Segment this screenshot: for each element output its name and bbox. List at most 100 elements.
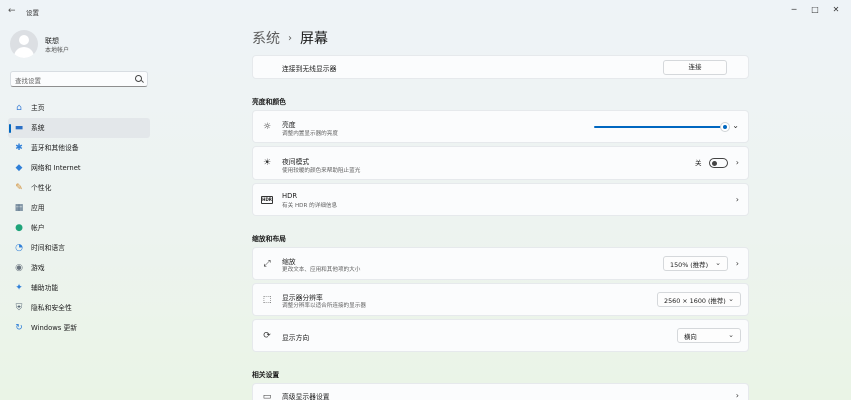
- sun-icon: ☼: [262, 122, 272, 132]
- page-title: 屏幕: [300, 31, 328, 47]
- orientation-value: 横向: [684, 333, 697, 341]
- night-light-card[interactable]: ☀ 夜间模式 使用较暖的颜色来帮助阻止蓝光 关 ›: [252, 146, 749, 180]
- sidebar-item-11[interactable]: ↻ Windows 更新: [8, 318, 150, 338]
- section-scale-layout: 缩放和布局: [252, 235, 286, 243]
- scale-dropdown[interactable]: 150% (推荐) ⌄: [663, 256, 728, 271]
- sidebar-item-label: 应用: [31, 204, 45, 212]
- sidebar-item-label: 网络和 Internet: [31, 164, 81, 172]
- breadcrumb-parent[interactable]: 系统: [252, 31, 280, 47]
- search-input[interactable]: 查找设置: [10, 71, 148, 87]
- orientation-title: 显示方向: [282, 334, 310, 342]
- search-placeholder: 查找设置: [15, 77, 41, 85]
- bluetooth-icon: ✱: [15, 143, 23, 153]
- monitor-icon: ▭: [262, 392, 272, 400]
- sidebar-item-6[interactable]: ● 帐户: [8, 218, 150, 238]
- scale-subtitle: 更改文本、应用和其他项的大小: [282, 267, 361, 273]
- resolution-icon: ⬚: [262, 295, 272, 305]
- person-icon: ●: [15, 223, 23, 233]
- section-related: 相关设置: [252, 371, 280, 379]
- update-icon: ↻: [15, 323, 23, 333]
- night-light-icon: ☀: [262, 158, 272, 168]
- close-icon[interactable]: ✕: [829, 4, 843, 16]
- chevron-right-icon[interactable]: ›: [736, 259, 739, 268]
- breadcrumb: 系统 › 屏幕: [252, 28, 328, 48]
- connect-button[interactable]: 连接: [663, 60, 727, 75]
- shield-icon: ⛨: [15, 303, 23, 313]
- sidebar-item-0[interactable]: ⌂ 主页: [8, 98, 150, 118]
- back-arrow-icon[interactable]: ←: [8, 5, 18, 17]
- sidebar-item-label: 帐户: [31, 224, 45, 232]
- sidebar-item-label: 隐私和安全性: [31, 304, 72, 312]
- resolution-dropdown[interactable]: 2560 × 1600 (推荐) ⌄: [657, 292, 741, 307]
- search-icon[interactable]: [135, 75, 142, 82]
- brightness-card[interactable]: ☼ 亮度 调整内置显示器的亮度 ⌄: [252, 110, 749, 143]
- sidebar-item-5[interactable]: ▦ 应用: [8, 198, 150, 218]
- sidebar-nav: ⌂ 主页 ▬ 系统 ✱ 蓝牙和其他设备 ◆ 网络和 Internet ✎ 个性化 ▦ 应用 ● 帐户 ◔ 时间…: [8, 98, 150, 338]
- minimize-icon[interactable]: ─: [787, 4, 801, 16]
- brightness-slider-track[interactable]: [594, 126, 724, 128]
- gamepad-icon: ◉: [15, 263, 23, 273]
- wifi-icon: ◆: [15, 163, 23, 173]
- chevron-right-icon[interactable]: ›: [736, 158, 739, 167]
- night-light-toggle[interactable]: [709, 158, 728, 168]
- orientation-card: ⟳ 显示方向 横向 ⌄: [252, 319, 749, 352]
- avatar: [10, 30, 38, 58]
- hdr-card[interactable]: HDR HDR 有关 HDR 的详细信息 ›: [252, 183, 749, 216]
- sidebar-item-10[interactable]: ⛨ 隐私和安全性: [8, 298, 150, 318]
- brightness-slider-thumb[interactable]: [721, 123, 729, 131]
- sidebar-item-7[interactable]: ◔ 时间和语言: [8, 238, 150, 258]
- sidebar-item-label: 游戏: [31, 264, 45, 272]
- chevron-down-icon: ⌄: [728, 331, 734, 339]
- scale-icon: ⤢: [263, 259, 271, 269]
- chevron-right-icon[interactable]: ›: [736, 195, 739, 204]
- sidebar-item-1[interactable]: ▬ 系统: [8, 118, 150, 138]
- night-light-subtitle: 使用较暖的颜色来帮助阻止蓝光: [282, 168, 361, 174]
- maximize-icon[interactable]: □: [808, 4, 822, 16]
- night-light-state: 关: [695, 159, 702, 167]
- wireless-display-card: 连接到无线显示器 连接: [252, 55, 749, 79]
- title-bar: ← 设置 ─ □ ✕: [0, 0, 851, 22]
- sidebar-item-2[interactable]: ✱ 蓝牙和其他设备: [8, 138, 150, 158]
- chevron-down-icon[interactable]: ⌄: [732, 121, 739, 130]
- accessibility-icon: ✦: [15, 283, 23, 293]
- brightness-title: 亮度: [282, 121, 296, 129]
- sidebar-item-label: 主页: [31, 104, 45, 112]
- sidebar-item-4[interactable]: ✎ 个性化: [8, 178, 150, 198]
- brush-icon: ✎: [15, 183, 23, 193]
- globe-clock-icon: ◔: [15, 243, 23, 253]
- hdr-info-link[interactable]: 有关 HDR 的详细信息: [282, 201, 337, 209]
- resolution-value: 2560 × 1600 (推荐): [664, 297, 726, 305]
- night-light-title: 夜间模式: [282, 158, 310, 166]
- sidebar-item-label: 时间和语言: [31, 244, 65, 252]
- sidebar-item-label: 系统: [31, 124, 45, 132]
- account-type: 本地帐户: [45, 47, 70, 54]
- sidebar-item-9[interactable]: ✦ 辅助功能: [8, 278, 150, 298]
- section-brightness-color: 亮度和颜色: [252, 98, 286, 106]
- brightness-subtitle: 调整内置显示器的亮度: [282, 131, 338, 137]
- scale-card[interactable]: ⤢ 缩放 更改文本、应用和其他项的大小 150% (推荐) ⌄ ›: [252, 247, 749, 280]
- monitor-icon: ▬: [14, 123, 24, 133]
- sidebar-item-label: 辅助功能: [31, 284, 59, 292]
- chevron-down-icon: ⌄: [715, 259, 721, 267]
- sidebar-item-3[interactable]: ◆ 网络和 Internet: [8, 158, 150, 178]
- breadcrumb-separator: ›: [288, 33, 292, 44]
- resolution-card: ⬚ 显示器分辨率 调整分辨率以适合所连接的显示器 2560 × 1600 (推荐…: [252, 283, 749, 316]
- sidebar-item-label: Windows 更新: [31, 324, 78, 332]
- hdr-icon: HDR: [261, 196, 273, 204]
- sidebar-item-8[interactable]: ◉ 游戏: [8, 258, 150, 278]
- orientation-dropdown[interactable]: 横向 ⌄: [677, 328, 741, 343]
- app-title: 设置: [26, 9, 39, 17]
- home-icon: ⌂: [16, 103, 22, 113]
- sidebar-item-label: 蓝牙和其他设备: [31, 144, 79, 152]
- apps-icon: ▦: [14, 203, 24, 213]
- advanced-display-card[interactable]: ▭ 高级显示器设置 ›: [252, 383, 749, 400]
- user-profile[interactable]: 联想 本地帐户: [10, 30, 150, 62]
- scale-value: 150% (推荐): [670, 261, 709, 269]
- advanced-display-title: 高级显示器设置: [282, 393, 330, 400]
- chevron-down-icon: ⌄: [728, 295, 734, 303]
- resolution-subtitle: 调整分辨率以适合所连接的显示器: [282, 303, 366, 309]
- wireless-display-label: 连接到无线显示器: [282, 65, 337, 73]
- hdr-title: HDR: [282, 192, 298, 200]
- chevron-right-icon[interactable]: ›: [736, 391, 739, 400]
- orientation-icon: ⟳: [263, 331, 271, 341]
